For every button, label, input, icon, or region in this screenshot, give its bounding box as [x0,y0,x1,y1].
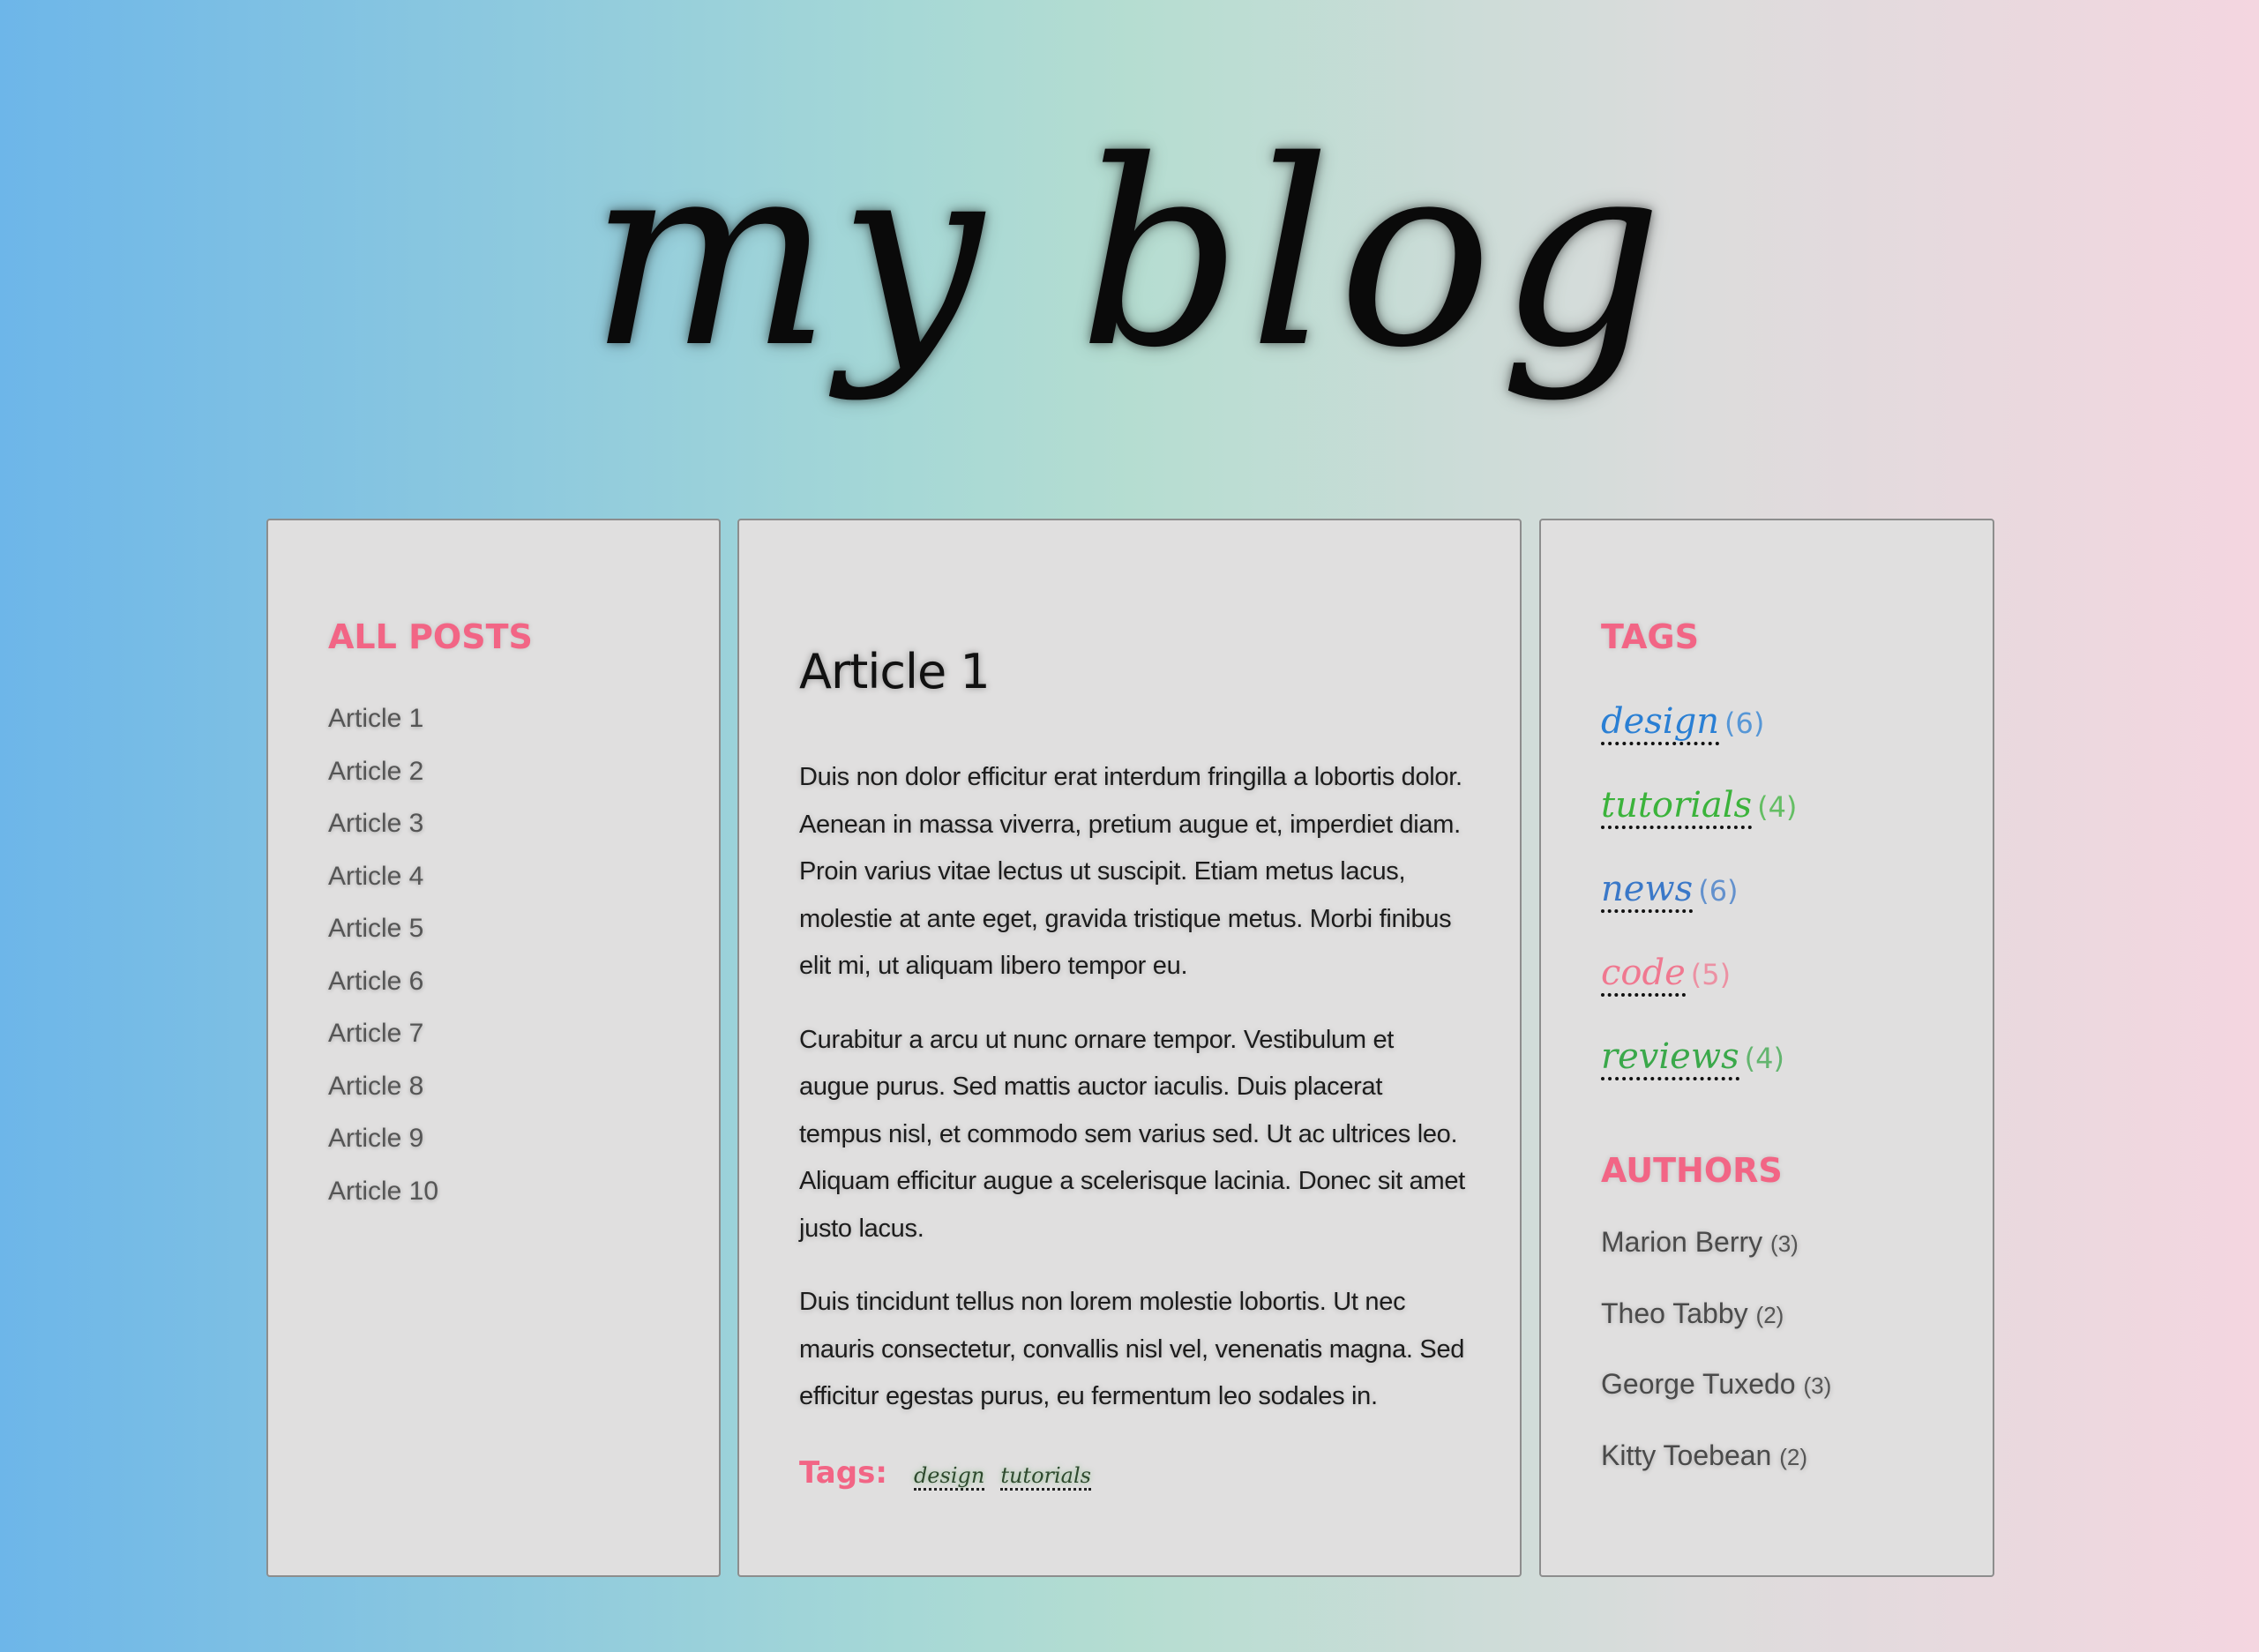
author-item-kitty-toebean[interactable]: Kitty Toebean (2) [1601,1439,1831,1511]
tag-item-news[interactable]: news (6) [1601,869,1797,953]
post-link-1[interactable]: Article 1 [328,706,438,759]
article-paragraph: Curabitur a arcu ut nunc ornare tempor. … [799,1025,1465,1243]
tag-name: design [1601,701,1719,745]
article-tags: Tags: design tutorials [799,1455,1107,1491]
tag-item-reviews[interactable]: reviews (4) [1601,1036,1797,1120]
tag-item-design[interactable]: design (6) [1601,701,1797,785]
sidebar-panel: TAGS design (6) tutorials (4) news (6) c… [1539,519,1994,1577]
site-title: my blog [588,107,1671,404]
tag-item-tutorials[interactable]: tutorials (4) [1601,785,1797,869]
post-link-8[interactable]: Article 8 [328,1073,438,1126]
author-count: (2) [1755,1301,1784,1328]
post-link-6[interactable]: Article 6 [328,968,438,1021]
tag-list: design (6) tutorials (4) news (6) code (… [1601,701,1797,1120]
article-title: Article 1 [799,644,991,699]
tag-count: (6) [1724,706,1765,740]
author-item-theo-tabby[interactable]: Theo Tabby (2) [1601,1297,1831,1369]
author-count: (3) [1770,1230,1799,1257]
post-link-3[interactable]: Article 3 [328,811,438,863]
author-item-marion-berry[interactable]: Marion Berry (3) [1601,1226,1831,1297]
article-tag-tutorials[interactable]: tutorials [1000,1463,1091,1491]
author-name: Kitty Toebean [1601,1439,1772,1471]
tag-name: news [1601,869,1694,913]
author-item-george-tuxedo[interactable]: George Tuxedo (3) [1601,1368,1831,1439]
post-link-2[interactable]: Article 2 [328,758,438,811]
author-name: George Tuxedo [1601,1368,1796,1400]
author-count: (2) [1779,1443,1807,1470]
post-link-10[interactable]: Article 10 [328,1177,438,1231]
author-list: Marion Berry (3) Theo Tabby (2) George T… [1601,1226,1831,1510]
post-link-5[interactable]: Article 5 [328,916,438,968]
author-name: Marion Berry [1601,1226,1763,1258]
tag-item-code[interactable]: code (5) [1601,953,1797,1036]
post-link-9[interactable]: Article 9 [328,1125,438,1178]
all-posts-heading: ALL POSTS [328,617,533,656]
tags-heading: TAGS [1601,617,1699,656]
author-name: Theo Tabby [1601,1297,1748,1329]
tag-count: (4) [1757,790,1798,824]
tag-name: code [1601,953,1686,997]
article-paragraph: Duis non dolor efficitur erat interdum f… [799,763,1462,980]
article-tag-design[interactable]: design [913,1463,985,1491]
post-link-7[interactable]: Article 7 [328,1020,438,1073]
tag-name: tutorials [1601,785,1753,829]
article-panel: Article 1 Duis non dolor efficitur erat … [737,519,1522,1577]
post-list: Article 1 Article 2 Article 3 Article 4 … [328,706,438,1230]
all-posts-panel: ALL POSTS Article 1 Article 2 Article 3 … [266,519,721,1577]
article-body: Duis non dolor efficitur erat interdum f… [799,754,1470,1447]
tag-count: (4) [1744,1042,1784,1075]
article-tags-label: Tags: [799,1455,887,1491]
tag-count: (5) [1690,958,1732,991]
authors-heading: AUTHORS [1601,1151,1783,1190]
tag-name: reviews [1601,1036,1739,1080]
post-link-4[interactable]: Article 4 [328,863,438,916]
article-paragraph: Duis tincidunt tellus non lorem molestie… [799,1288,1465,1410]
tag-count: (6) [1698,874,1739,908]
author-count: (3) [1803,1372,1832,1399]
